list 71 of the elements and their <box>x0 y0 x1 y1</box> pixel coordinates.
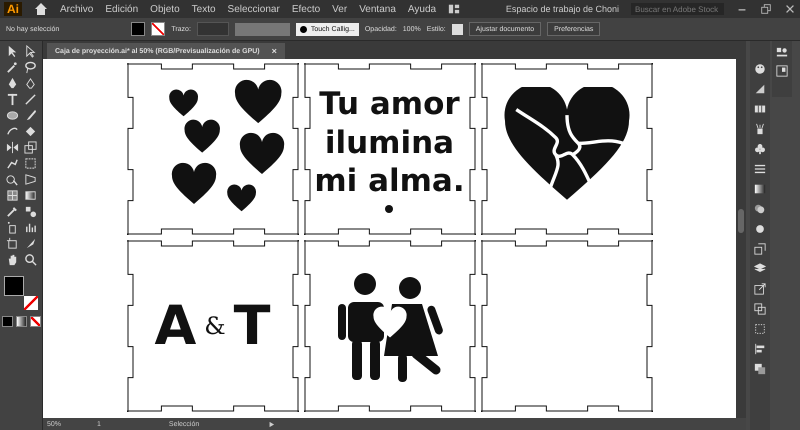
app-logo[interactable]: Ai <box>4 2 22 16</box>
gradient-triangle-icon[interactable] <box>754 83 766 95</box>
menu-item[interactable]: Edición <box>105 4 138 14</box>
lasso-icon[interactable] <box>24 61 36 74</box>
artwork-text-line: Tu amor <box>319 84 460 124</box>
color-mode-swatch[interactable] <box>2 316 12 327</box>
ellipse-icon[interactable] <box>6 109 18 122</box>
menu-item[interactable]: Seleccionar <box>228 4 280 14</box>
none-mode-swatch[interactable] <box>30 316 40 327</box>
external-link-icon[interactable] <box>754 283 766 295</box>
fill-swatch[interactable] <box>131 22 146 36</box>
reflect-icon[interactable] <box>6 141 18 154</box>
restore-icon[interactable] <box>760 3 772 15</box>
menu-item[interactable]: Efecto <box>292 4 320 14</box>
artwork-text-line: mi alma. <box>314 162 465 202</box>
scale-icon[interactable] <box>24 141 36 154</box>
eyedropper-icon[interactable] <box>6 205 18 218</box>
dot-shape <box>385 205 394 214</box>
blend-icon[interactable] <box>24 205 36 218</box>
bar-graph-icon[interactable] <box>24 221 36 234</box>
swatches-icon[interactable] <box>754 103 766 115</box>
stroke-color-box[interactable] <box>24 296 38 310</box>
menu-item[interactable]: Ver <box>332 4 348 14</box>
stroke-swatch[interactable] <box>151 22 166 36</box>
club-icon[interactable] <box>754 143 766 155</box>
workspace-switcher[interactable]: Espacio de trabajo de Choni <box>506 4 619 14</box>
artwork-text-line: ilumina <box>324 124 454 162</box>
style-swatch[interactable] <box>452 24 463 34</box>
gradient-swatch-icon[interactable] <box>754 183 766 195</box>
home-icon[interactable] <box>34 2 48 16</box>
hollow-arrow-icon[interactable] <box>24 45 36 58</box>
overlapping-circles-icon[interactable] <box>754 203 766 215</box>
line-icon[interactable] <box>24 93 36 106</box>
transform-grid-icon[interactable] <box>754 323 766 335</box>
wand-icon[interactable] <box>6 61 18 74</box>
type-tool-icon[interactable] <box>6 93 18 106</box>
variable-width-field[interactable] <box>234 22 290 36</box>
copy-icon[interactable] <box>754 303 766 315</box>
libraries-icon[interactable] <box>776 47 788 59</box>
ampersand-text: & <box>204 312 226 340</box>
tab-close-button[interactable]: × <box>272 46 277 56</box>
stock-search-field[interactable]: Buscar en Adobe Stock <box>631 3 724 15</box>
initial-letter: A <box>154 299 196 353</box>
properties-icon[interactable] <box>776 65 788 77</box>
menu-item[interactable]: Texto <box>192 4 216 14</box>
stroke-weight-field[interactable] <box>196 22 229 36</box>
layers-icon[interactable] <box>754 263 766 275</box>
pathfinder-icon[interactable] <box>754 363 766 375</box>
fill-color-box[interactable] <box>4 276 24 296</box>
export-box-icon[interactable] <box>754 243 766 255</box>
scrollbar-thumb[interactable] <box>738 209 744 233</box>
perspective-icon[interactable] <box>24 173 36 186</box>
close-icon[interactable] <box>784 3 796 15</box>
initial-letter: T <box>234 299 270 353</box>
brush-pot-icon[interactable] <box>754 123 766 135</box>
menu-item[interactable]: Ayuda <box>408 4 436 14</box>
transform-icon[interactable] <box>24 157 36 170</box>
lines-icon[interactable] <box>754 163 766 175</box>
layout-grid-icon[interactable] <box>448 3 460 15</box>
mesh-icon[interactable] <box>6 189 18 202</box>
gradient-mode-swatch[interactable] <box>16 316 26 327</box>
menu-item[interactable]: Objeto <box>150 4 180 14</box>
menu-item[interactable]: Ventana <box>359 4 396 14</box>
menu-item[interactable]: Archivo <box>60 4 94 14</box>
zoom-icon[interactable] <box>24 253 36 266</box>
gradient-icon[interactable] <box>24 189 36 202</box>
sun-icon[interactable] <box>754 223 766 235</box>
spray-icon[interactable] <box>6 221 18 234</box>
curve-pen-icon[interactable] <box>24 77 36 90</box>
artboard-icon[interactable] <box>6 237 18 250</box>
align-icon[interactable] <box>754 343 766 355</box>
